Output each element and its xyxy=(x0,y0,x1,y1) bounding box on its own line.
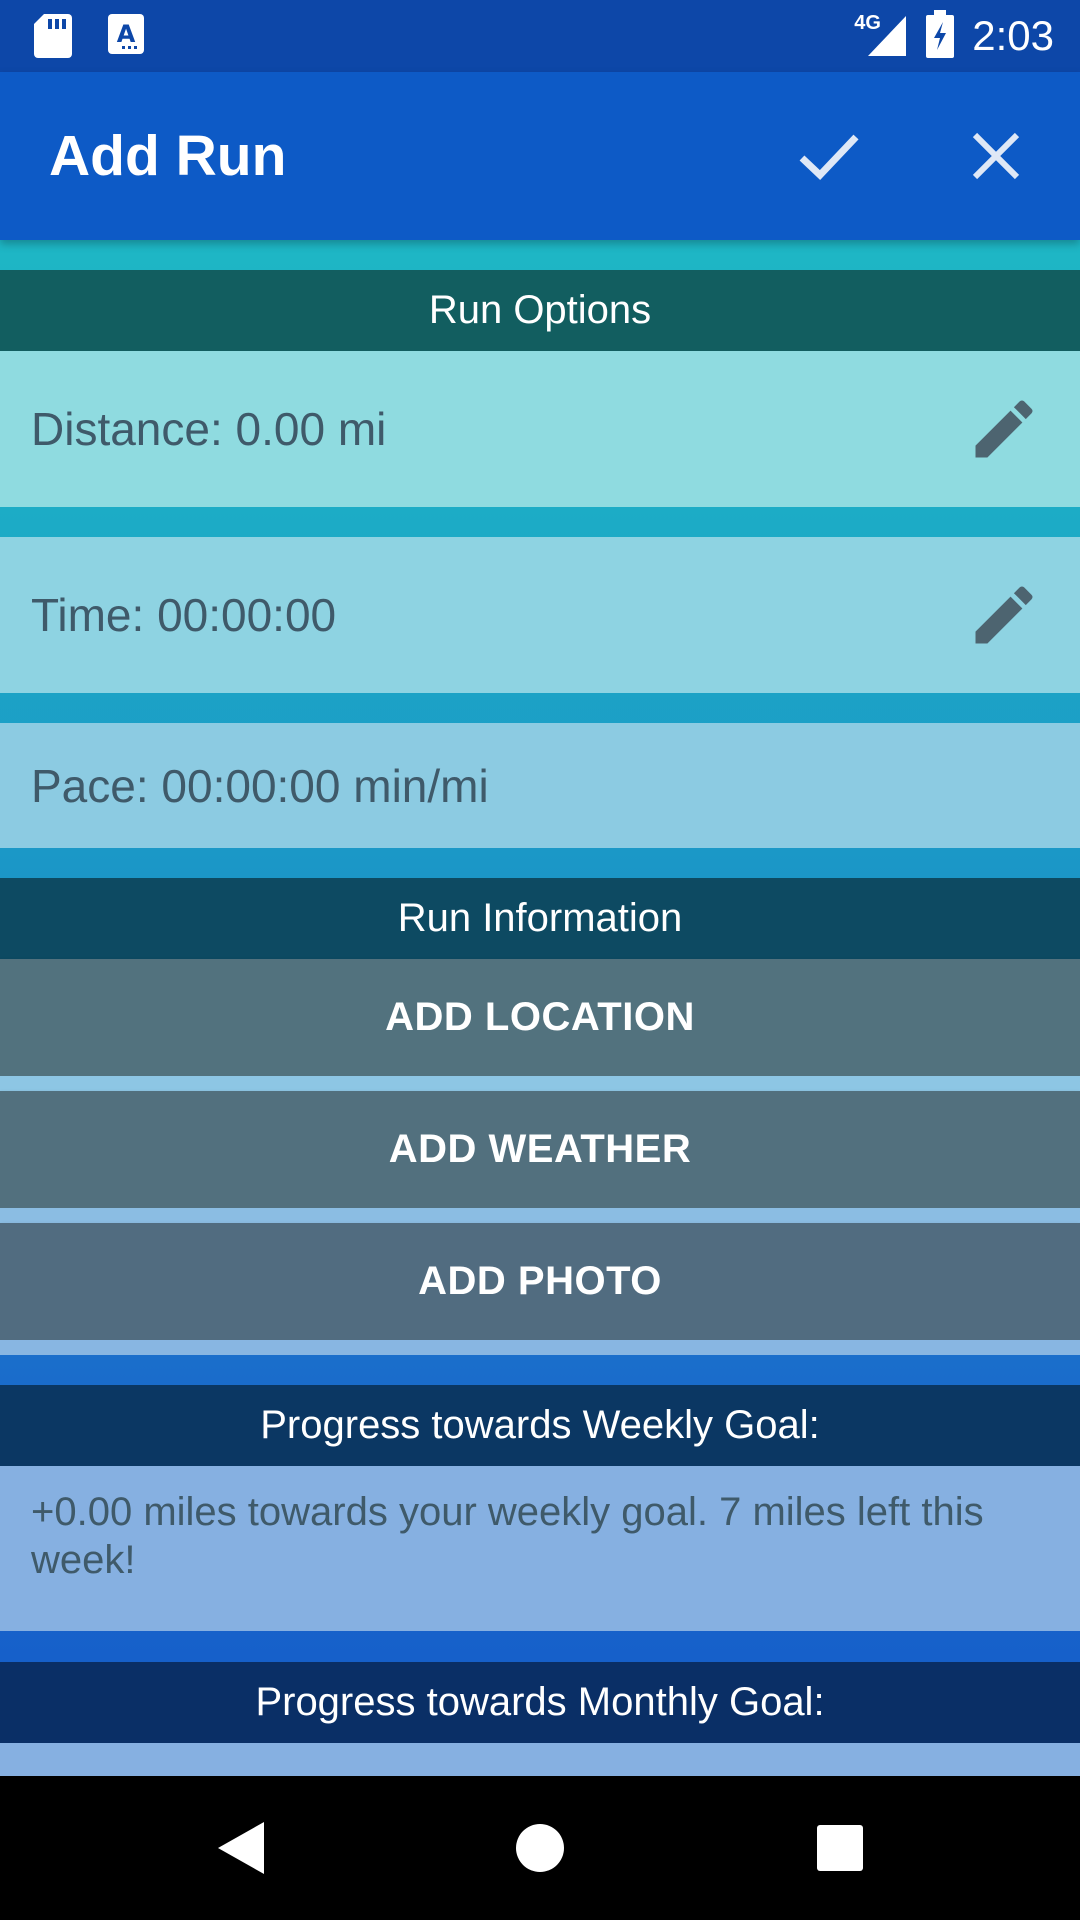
button-spacer xyxy=(0,1340,1080,1355)
weekly-goal-header: Progress towards Weekly Goal: xyxy=(0,1385,1080,1466)
button-spacer xyxy=(0,1076,1080,1091)
pace-row: Pace: 00:00:00 min/mi xyxy=(0,723,1080,848)
back-icon xyxy=(218,1822,264,1874)
close-button[interactable] xyxy=(956,116,1036,196)
run-options-header: Run Options xyxy=(0,270,1080,351)
close-icon xyxy=(972,132,1020,180)
home-button[interactable] xyxy=(504,1812,576,1884)
keyboard-a-icon: A xyxy=(108,14,144,63)
edit-time-button[interactable] xyxy=(964,575,1044,655)
back-button[interactable] xyxy=(205,1812,277,1884)
run-information-header: Run Information xyxy=(0,878,1080,959)
confirm-button[interactable] xyxy=(789,116,869,196)
add-weather-button[interactable]: ADD WEATHER xyxy=(0,1091,1080,1208)
status-bar: A 4G 2:03 xyxy=(0,0,1080,72)
distance-label: Distance: 0.00 mi xyxy=(31,403,387,455)
edit-distance-button[interactable] xyxy=(964,389,1044,469)
recents-icon xyxy=(817,1825,863,1871)
check-icon xyxy=(799,134,859,180)
weekly-goal-text: +0.00 miles towards your weekly goal. 7 … xyxy=(0,1466,1080,1631)
recents-button[interactable] xyxy=(804,1812,876,1884)
distance-row[interactable]: Distance: 0.00 mi xyxy=(0,351,1080,507)
battery-charging-icon xyxy=(926,9,955,63)
page-title: Add Run xyxy=(49,124,287,188)
monthly-goal-header: Progress towards Monthly Goal: xyxy=(0,1662,1080,1743)
navigation-bar xyxy=(0,1776,1080,1920)
pencil-icon xyxy=(975,586,1033,644)
signal-icon: 4G xyxy=(854,10,908,62)
app-bar: Add Run xyxy=(0,72,1080,240)
button-spacer xyxy=(0,1208,1080,1223)
status-left-icons: A xyxy=(34,14,144,63)
time-row[interactable]: Time: 00:00:00 xyxy=(0,537,1080,693)
svg-text:A: A xyxy=(117,20,136,48)
clock: 2:03 xyxy=(972,12,1054,59)
sd-card-icon xyxy=(34,14,72,63)
monthly-goal-text xyxy=(0,1743,1080,1776)
pencil-icon xyxy=(975,400,1033,458)
add-location-button[interactable]: ADD LOCATION xyxy=(0,959,1080,1076)
status-right-icons: 4G 2:03 xyxy=(854,9,1054,63)
time-label: Time: 00:00:00 xyxy=(31,589,337,641)
home-icon xyxy=(516,1824,564,1872)
pace-label: Pace: 00:00:00 min/mi xyxy=(31,759,489,812)
add-photo-button[interactable]: ADD PHOTO xyxy=(0,1223,1080,1340)
